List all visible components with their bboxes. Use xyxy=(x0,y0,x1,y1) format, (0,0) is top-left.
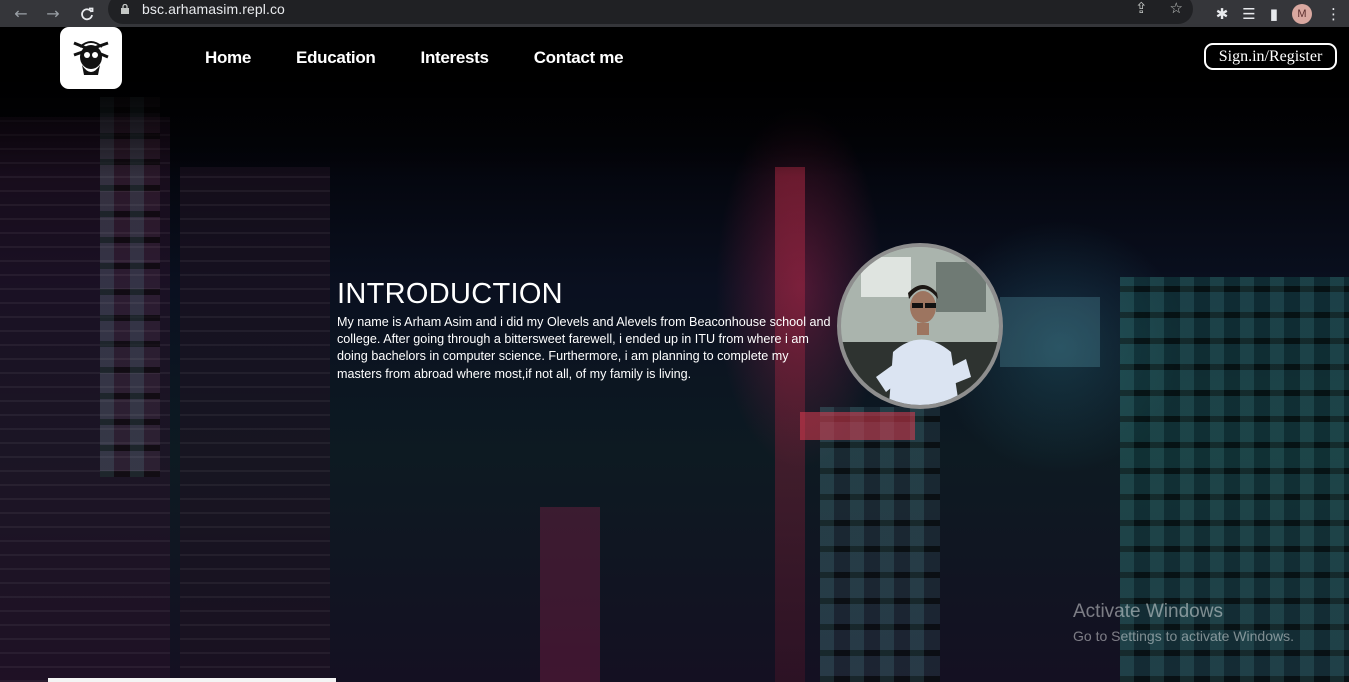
intro-paragraph: My name is Arham Asim and i did my Oleve… xyxy=(337,315,831,381)
watermark-subtitle: Go to Settings to activate Windows. xyxy=(1073,628,1294,644)
web-page: Home Education Interests Contact me Sign… xyxy=(0,27,1349,682)
site-header: Home Education Interests Contact me Sign… xyxy=(0,27,1349,91)
nav-education-link[interactable]: Education xyxy=(296,48,376,68)
reading-list-icon[interactable]: ☰ xyxy=(1242,5,1255,23)
nav-interests-link[interactable]: Interests xyxy=(421,48,489,68)
introduction-section: INTRODUCTION My name is Arham Asim and i… xyxy=(337,276,832,383)
site-logo[interactable] xyxy=(60,27,122,89)
windows-activation-watermark: Activate Windows Go to Settings to activ… xyxy=(1073,600,1294,646)
profile-photo xyxy=(837,243,1003,409)
nav-home-link[interactable]: Home xyxy=(205,48,251,68)
url-text[interactable]: bsc.arhamasim.repl.co xyxy=(142,1,285,17)
profile-avatar[interactable]: M xyxy=(1292,3,1312,24)
reload-icon[interactable] xyxy=(76,3,98,25)
main-nav: Home Education Interests Contact me xyxy=(205,48,668,68)
lock-icon xyxy=(120,4,130,14)
nav-contact-link[interactable]: Contact me xyxy=(534,48,624,68)
menu-kebab-icon[interactable]: ⋮ xyxy=(1326,5,1341,23)
watermark-title: Activate Windows xyxy=(1073,601,1223,622)
forward-arrow-icon[interactable]: → xyxy=(42,3,64,25)
skull-logo-icon xyxy=(73,41,109,75)
share-icon[interactable]: ⇪ xyxy=(1135,0,1148,16)
browser-toolbar: ← → bsc.arhamasim.repl.co ⇪ ☆ ✱ ☰ ▮ M ⋮ xyxy=(0,0,1349,27)
bookmark-star-icon[interactable]: ☆ xyxy=(1170,0,1183,16)
extensions-puzzle-icon[interactable]: ✱ xyxy=(1216,5,1229,23)
bottom-edge-strip xyxy=(48,678,336,682)
address-bar[interactable]: bsc.arhamasim.repl.co ⇪ ☆ xyxy=(108,0,1193,24)
intro-heading: INTRODUCTION xyxy=(337,278,563,310)
back-arrow-icon[interactable]: ← xyxy=(10,3,32,25)
side-panel-icon[interactable]: ▮ xyxy=(1270,5,1278,23)
signin-register-button[interactable]: Sign.in/Register xyxy=(1204,43,1337,70)
